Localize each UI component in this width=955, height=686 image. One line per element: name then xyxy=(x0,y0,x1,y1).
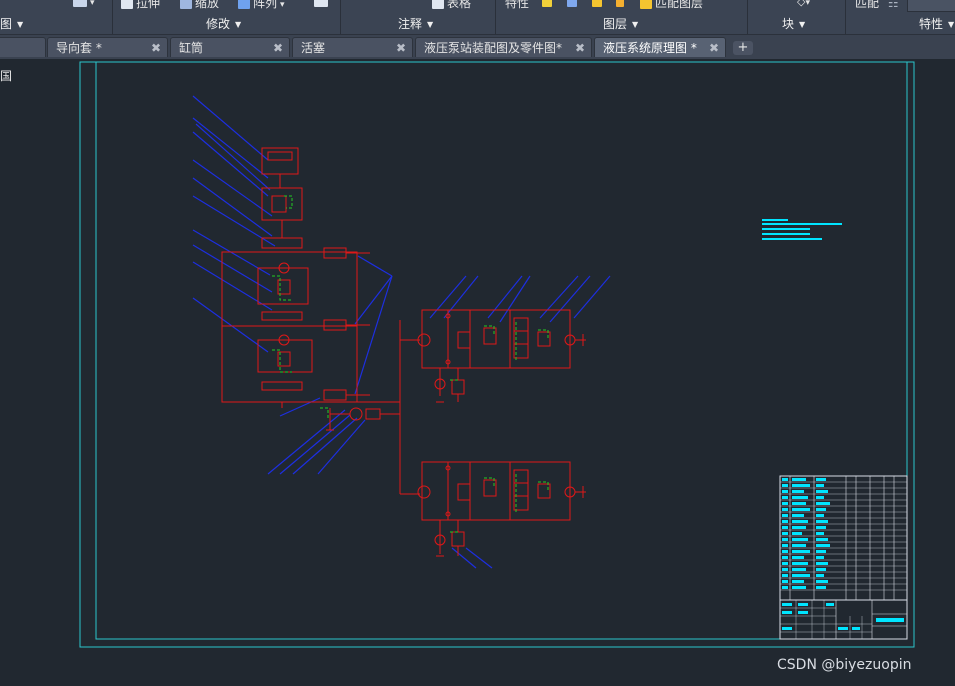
layer-lock-icon xyxy=(616,0,625,7)
drawing-canvas[interactable] xyxy=(0,59,955,686)
tab-cylinder-barrel[interactable]: 缸筒 ✖ xyxy=(170,37,290,57)
tab-label: 液压系统原理图 * xyxy=(603,41,697,55)
layer-freeze-icon xyxy=(542,0,552,7)
panel-annotation-label: 注释 xyxy=(398,17,423,31)
chevron-down-icon: ▼ xyxy=(427,20,434,29)
panel-layers-title[interactable]: 图层 ▼ xyxy=(603,15,638,31)
close-icon[interactable]: ✖ xyxy=(396,38,406,58)
tab-pump-station-assembly[interactable]: 液压泵站装配图及零件图* ✖ xyxy=(415,37,592,57)
close-icon[interactable]: ✖ xyxy=(273,38,283,58)
scale-label: 缩放 xyxy=(195,0,220,10)
panel-draw-title[interactable]: 图 ▼ xyxy=(0,15,23,31)
table-button[interactable]: 表格 xyxy=(432,0,472,10)
block-dropdown-caret: ▾ xyxy=(805,0,810,8)
tab-guide-sleeve[interactable]: 导向套 * ✖ xyxy=(47,37,168,57)
stretch-button[interactable]: 拉伸 xyxy=(121,0,161,10)
properties-label: 特性 xyxy=(505,0,530,10)
properties-button[interactable]: 特性 xyxy=(505,0,530,10)
scale-button[interactable]: 缩放 xyxy=(180,0,220,10)
array-label: 阵列 xyxy=(253,0,278,10)
close-icon[interactable]: ✖ xyxy=(151,38,161,58)
match-label: 匹配 xyxy=(855,0,880,10)
hydraulic-circuit-left xyxy=(221,147,400,431)
array-button[interactable]: 阵列 ▾ xyxy=(238,0,285,10)
match-list-icon: ☷ xyxy=(887,0,899,10)
panel-modify-title[interactable]: 修改 ▼ xyxy=(206,15,241,31)
block-insert-button[interactable]: ◇▾ xyxy=(797,0,810,8)
panel-modify-label: 修改 xyxy=(206,17,231,31)
stretch-label: 拉伸 xyxy=(136,0,161,10)
chevron-down-icon: ▼ xyxy=(235,20,242,29)
main-pressure-bus xyxy=(399,320,420,495)
panel-properties-label: 特性 xyxy=(919,17,944,31)
panel-properties-title[interactable]: 特性 ▼ xyxy=(919,15,954,31)
draw-tool-icon xyxy=(73,0,87,7)
chevron-down-icon: ▼ xyxy=(632,20,639,29)
edit-tool-button[interactable] xyxy=(314,0,331,8)
document-tab-bar: 导向套 * ✖ 缸筒 ✖ 活塞 ✖ 液压泵站装配图及零件图* ✖ 液压系统原理图 * ✖ … xyxy=(0,35,955,59)
table-icon xyxy=(432,0,444,9)
tab-hydraulic-schematic[interactable]: 液压系统原理图 * ✖ xyxy=(594,37,726,57)
chevron-down-icon: ▼ xyxy=(948,20,955,29)
close-icon[interactable]: ✖ xyxy=(709,38,719,58)
panel-layers-label: 图层 xyxy=(603,17,628,31)
sheet-outer-border xyxy=(79,61,915,648)
tab-label: 导向套 * xyxy=(56,41,102,55)
tab-label: 缸筒 xyxy=(179,41,204,55)
technical-notes xyxy=(762,219,842,240)
match-layer-icon xyxy=(640,0,652,9)
layer-tools[interactable] xyxy=(542,0,627,8)
match-layer-button[interactable]: 匹配图层 xyxy=(640,0,704,10)
hydraulic-circuit-lower-right xyxy=(417,461,586,557)
ribbon: ▾ 拉伸 缩放 阵列 ▾ 表格 特性 匹配图层 ◇▾ 匹配 ☷ 图 ▼ 修改 ▼ 注释… xyxy=(0,0,955,35)
hydraulic-circuit-upper-right xyxy=(417,309,586,403)
title-block xyxy=(779,475,908,640)
array-dropdown-caret: ▾ xyxy=(280,0,285,10)
match-layer-label: 匹配图层 xyxy=(655,0,704,10)
dropdown-caret: ▾ xyxy=(90,0,95,8)
stretch-icon xyxy=(121,0,133,9)
array-icon xyxy=(238,0,250,9)
panel-divider xyxy=(112,0,113,34)
match-properties-button[interactable]: 匹配 ☷ xyxy=(855,0,899,10)
ribbon-fragment-left[interactable]: ▾ xyxy=(73,0,95,8)
edit-tool-icon xyxy=(314,0,328,7)
table-label: 表格 xyxy=(447,0,472,10)
chevron-down-icon: ▼ xyxy=(799,20,806,29)
panel-block-title[interactable]: 块 ▼ xyxy=(782,15,805,31)
layer-isolate-icon xyxy=(566,0,577,7)
close-icon[interactable]: ✖ xyxy=(575,38,585,58)
scale-icon xyxy=(180,0,192,9)
property-dropdown[interactable] xyxy=(907,0,955,12)
panel-annotation-title[interactable]: 注释 ▼ xyxy=(398,15,433,31)
panel-draw-label: 图 xyxy=(0,17,13,31)
panel-block-label: 块 xyxy=(782,17,795,31)
layer-on-icon xyxy=(591,0,602,7)
watermark: CSDN @biyezuopin xyxy=(777,657,912,673)
new-tab-button[interactable]: + xyxy=(733,41,753,55)
tab-label: 活塞 xyxy=(301,41,326,55)
panel-divider xyxy=(340,0,341,34)
tab-previous-drawing[interactable] xyxy=(0,37,46,57)
panel-divider xyxy=(747,0,748,34)
panel-divider xyxy=(845,0,846,34)
tab-piston[interactable]: 活塞 ✖ xyxy=(292,37,413,57)
chevron-down-icon: ▼ xyxy=(17,20,24,29)
plus-icon: + xyxy=(737,40,749,55)
panel-divider xyxy=(495,0,496,34)
pilot-lines xyxy=(272,195,549,533)
tab-label: 液压泵站装配图及零件图* xyxy=(424,41,563,55)
